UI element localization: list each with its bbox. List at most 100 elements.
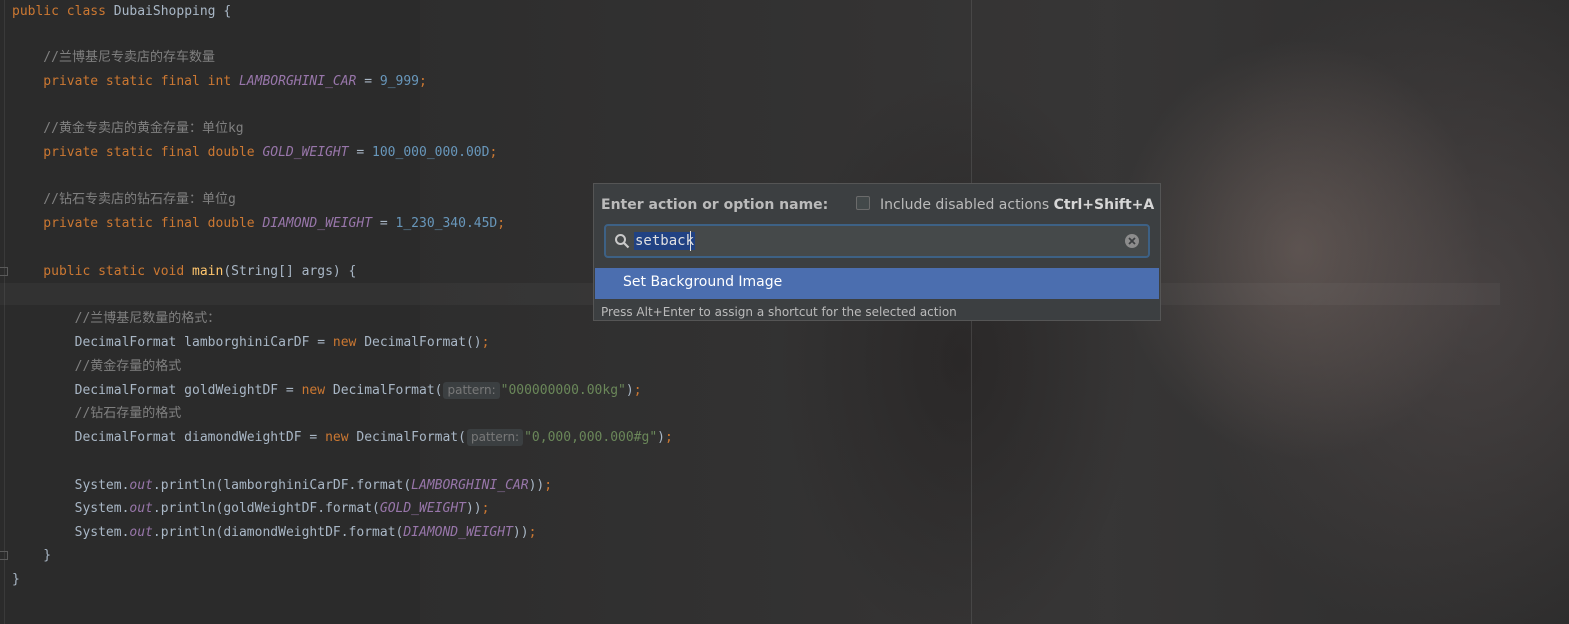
find-action-popup: Enter action or option name: Include dis… [593,183,1161,321]
fold-marker-icon[interactable] [0,267,8,276]
shortcut-label: Ctrl+Shift+A [1053,197,1155,213]
code-line[interactable]: System.out.println(lamborghiniCarDF.form… [12,476,552,496]
code-line[interactable]: //黄金存量的格式 [12,357,182,377]
code-token: //兰博基尼数量的格式： [12,311,221,326]
code-token: DIAMOND_WEIGHT [403,525,513,540]
code-token: System. [12,478,130,493]
code-line[interactable]: System.out.println(goldWeightDF.format(G… [12,499,490,519]
code-token: )) [528,478,545,493]
code-token: DecimalFormat() [364,335,482,350]
code-token: ; [419,74,427,89]
code-token: out [129,525,153,540]
code-token: //兰博基尼专卖店的存车数量 [12,50,215,65]
result-item-set-background-image[interactable]: Set Background Image [595,268,1159,299]
code-line[interactable]: //黄金专卖店的黄金存量：单位kg [12,119,244,139]
code-token: GOLD_WEIGHT [379,501,466,516]
code-token: ) [657,430,665,445]
code-token: ; [497,216,506,231]
code-line[interactable]: private static final double DIAMOND_WEIG… [12,214,505,234]
code-line[interactable]: System.out.println(diamondWeightDF.forma… [12,523,537,543]
popup-footer-hint: Press Alt+Enter to assign a shortcut for… [601,305,957,319]
code-token: } [12,572,20,587]
code-line[interactable]: //钻石存量的格式 [12,404,182,424]
code-token: ; [481,501,490,516]
code-token: .println(diamondWeightDF.format( [152,525,404,540]
code-token: "000000000.00kg" [500,383,626,398]
code-token: //黄金存量的格式 [12,359,182,374]
code-token: new [301,383,333,398]
code-token: private static final double [12,145,263,160]
code-token: public static void [12,264,193,279]
action-search-input[interactable]: setback [604,224,1150,258]
code-line[interactable]: public static void main(String[] args) { [12,262,356,282]
code-token: DecimalFormat goldWeightDF = [12,383,302,398]
code-token: ; [665,430,673,445]
code-token: ; [633,383,642,398]
code-line[interactable]: DecimalFormat goldWeightDF = new Decimal… [12,381,642,401]
code-token: 100_000_000.00D [372,145,490,160]
code-line[interactable]: private static final int LAMBORGHINI_CAR… [12,72,427,92]
code-token: DubaiShopping { [113,4,232,19]
code-line[interactable]: public class DubaiShopping { [12,2,231,22]
code-token: //黄金专卖店的黄金存量：单位kg [12,121,244,136]
code-token: public class [12,4,114,19]
code-token: //钻石专卖店的钻石存量：单位g [12,192,236,207]
code-token: out [129,478,153,493]
include-disabled-text: Include disabled actions [880,197,1050,213]
code-token: = [348,145,373,160]
code-token: (String[] args) { [223,264,357,279]
code-line[interactable]: } [12,570,20,590]
code-token: 1_230_340.45D [395,216,498,231]
code-token: LAMBORGHINI_CAR [238,74,357,89]
code-line[interactable]: //兰博基尼数量的格式： [12,309,221,329]
include-disabled-label[interactable]: Include disabled actions Ctrl+Shift+A [880,197,1154,213]
code-token: private static final int [12,74,239,89]
code-token: System. [12,501,130,516]
popup-title: Enter action or option name: [601,197,829,213]
parameter-hint: pattern: [443,382,500,399]
code-token: out [129,501,153,516]
gutter-divider [4,0,5,624]
code-token: = [356,74,380,89]
fold-marker-icon[interactable] [0,551,8,560]
search-icon [615,234,630,249]
code-token: } [12,548,52,563]
code-token: .println(goldWeightDF.format( [152,501,380,516]
code-token: = [372,216,396,231]
code-token: DecimalFormat( [356,430,466,445]
code-token: main [192,264,224,279]
code-token: //钻石存量的格式 [12,406,182,421]
code-token: ; [544,478,553,493]
code-line[interactable]: DecimalFormat diamondWeightDF = new Deci… [12,428,673,448]
include-disabled-checkbox[interactable] [856,196,870,210]
code-token: )) [465,501,482,516]
code-line[interactable]: //钻石专卖店的钻石存量：单位g [12,190,236,210]
code-token: 9_999 [379,74,420,89]
code-line[interactable]: DecimalFormat lamborghiniCarDF = new Dec… [12,333,490,353]
clear-icon[interactable] [1124,233,1140,249]
code-token: ) [625,383,634,398]
code-token: LAMBORGHINI_CAR [411,478,529,493]
code-token: ; [481,335,490,350]
code-token: .println(lamborghiniCarDF.format( [152,478,412,493]
code-token: "0,000,000.000#g" [524,430,658,445]
code-line[interactable]: private static final double GOLD_WEIGHT … [12,143,497,163]
text-caret [690,231,691,251]
code-token: DIAMOND_WEIGHT [262,216,373,231]
result-item-label: Set Background Image [623,274,783,290]
code-token: DecimalFormat( [332,383,443,398]
code-token: System. [12,525,130,540]
code-token: GOLD_WEIGHT [262,145,349,160]
code-token: new [332,335,365,350]
code-token: new [325,430,357,445]
code-token: DecimalFormat lamborghiniCarDF = [12,335,333,350]
code-token: )) [512,525,529,540]
code-line[interactable]: } [12,546,51,566]
code-token: ; [528,525,537,540]
parameter-hint: pattern: [466,429,524,446]
code-token: ; [489,145,498,160]
search-input-value[interactable]: setback [634,232,696,250]
code-token: DecimalFormat diamondWeightDF = [12,430,326,445]
code-line[interactable]: //兰博基尼专卖店的存车数量 [12,48,215,68]
code-token: private static final double [12,216,263,231]
